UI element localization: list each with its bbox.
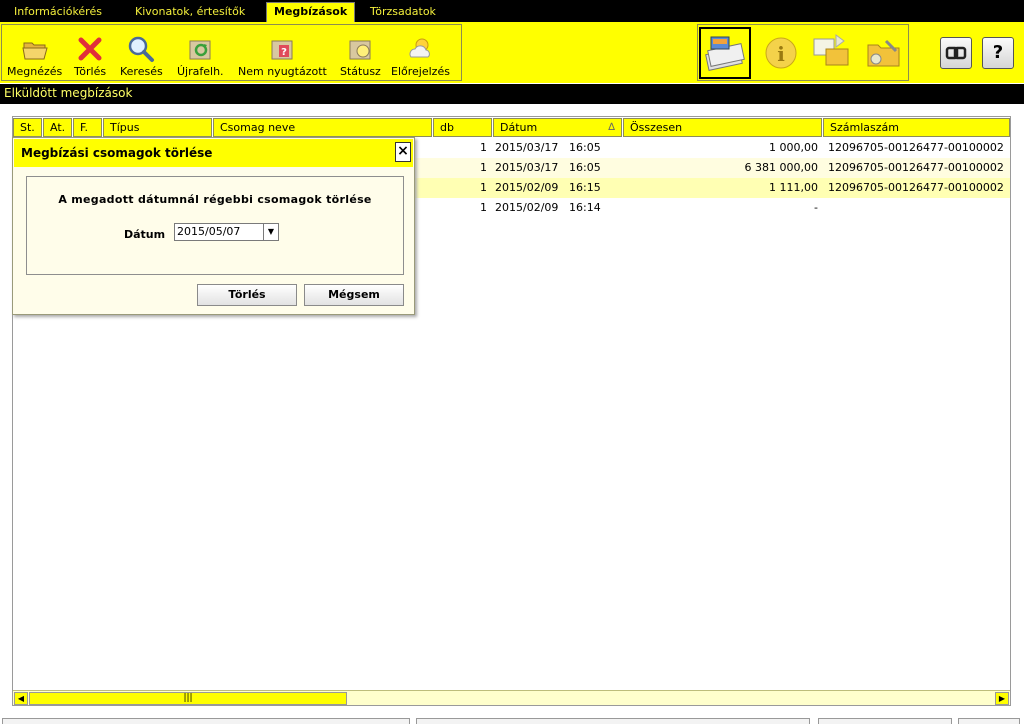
question-package-icon: ?: [271, 40, 293, 60]
dialog-panel: A megadott dátumnál régebbi csomagok tör…: [26, 176, 404, 275]
dialog-title: Megbízási csomagok törlése: [14, 139, 413, 167]
transfer-module-button[interactable]: [806, 27, 858, 79]
forecast-button-label: Előrejelzés: [391, 65, 450, 78]
open-folder-icon: [22, 42, 48, 60]
svg-text:?: ?: [282, 47, 288, 58]
page-title: Elküldött megbízások: [0, 84, 1024, 104]
search-button[interactable]: Keresés: [120, 35, 163, 78]
cell-total: 1 000,00: [769, 141, 818, 154]
cell-date: 2015/02/09: [495, 181, 559, 194]
scroll-left-icon[interactable]: ◀: [14, 692, 28, 705]
settings-module-button[interactable]: [858, 27, 910, 79]
column-header-total[interactable]: Összesen: [623, 118, 822, 137]
money-stack-icon: [705, 36, 745, 71]
cell-account: 12096705-00126477-00100002: [828, 141, 1004, 154]
search-button-label: Keresés: [120, 65, 163, 78]
menu-item-megbizasok[interactable]: Megbízások: [266, 2, 356, 22]
delete-x-icon: [78, 37, 102, 61]
cell-db: 1: [480, 181, 487, 194]
date-field-label: Dátum: [124, 228, 166, 241]
refresh-button[interactable]: Újrafelh.: [177, 35, 224, 78]
status-package-icon: [349, 40, 371, 60]
menu-item-informaciokeres[interactable]: Információkérés: [7, 3, 109, 21]
status-segment: [958, 718, 1020, 724]
cell-time: 16:05: [569, 161, 601, 174]
status-button[interactable]: Státusz: [340, 35, 381, 78]
column-header-account[interactable]: Számlaszám: [823, 118, 1010, 137]
cell-db: 1: [480, 161, 487, 174]
cell-total: -: [814, 201, 818, 214]
status-segment: [2, 718, 410, 724]
column-header-date-label: Dátum: [500, 121, 538, 134]
view-button-label: Megnézés: [7, 65, 63, 78]
top-menu-bar: Információkérés Kivonatok, értesítők Meg…: [0, 0, 1024, 22]
column-header-type[interactable]: Típus: [103, 118, 212, 137]
cell-date: 2015/03/17: [495, 141, 559, 154]
confirm-delete-button[interactable]: Törlés: [197, 284, 297, 306]
status-button-label: Státusz: [340, 65, 381, 78]
forecast-button[interactable]: Előrejelzés: [391, 35, 450, 78]
info-module-button[interactable]: i: [755, 27, 807, 79]
horizontal-scrollbar[interactable]: ◀ ||| ▶: [13, 690, 1010, 705]
column-header-date[interactable]: Dátum ∆: [493, 118, 622, 137]
menu-item-torzsadatok[interactable]: Törzsadatok: [363, 3, 443, 21]
cell-time: 16:15: [569, 181, 601, 194]
view-button[interactable]: Megnézés: [7, 35, 62, 78]
info-icon: i: [765, 37, 797, 69]
status-segment: [416, 718, 810, 724]
refresh-package-icon: [189, 40, 211, 60]
sort-ascending-icon: ∆: [608, 122, 615, 133]
chain-link-icon: [945, 46, 967, 60]
menu-item-kivonatok[interactable]: Kivonatok, értesítők: [128, 3, 252, 21]
status-bar: [0, 714, 1024, 724]
scroll-right-icon[interactable]: ▶: [995, 692, 1009, 705]
column-header-f[interactable]: F.: [73, 118, 102, 137]
cell-date: 2015/02/09: [495, 201, 559, 214]
dialog-close-button[interactable]: ×: [395, 142, 411, 162]
cell-account: 12096705-00126477-00100002: [828, 181, 1004, 194]
help-button[interactable]: ?: [982, 37, 1014, 69]
cell-db: 1: [480, 201, 487, 214]
cell-time: 16:14: [569, 201, 601, 214]
document-transfer-icon: [813, 34, 849, 66]
cell-account: 12096705-00126477-00100002: [828, 161, 1004, 174]
cancel-button[interactable]: Mégsem: [304, 284, 404, 306]
cell-date: 2015/03/17: [495, 161, 559, 174]
scrollbar-thumb[interactable]: |||: [29, 692, 347, 705]
column-header-st[interactable]: St.: [13, 118, 42, 137]
status-segment: [818, 718, 952, 724]
link-button[interactable]: [940, 37, 972, 69]
orders-module-button[interactable]: [699, 27, 751, 79]
cell-time: 16:05: [569, 141, 601, 154]
cell-total: 1 111,00: [769, 181, 818, 194]
column-header-db[interactable]: db: [433, 118, 492, 137]
weather-forecast-icon: [409, 38, 431, 58]
unconfirmed-button[interactable]: ? Nem nyugtázott: [238, 35, 327, 78]
dialog-heading: A megadott dátumnál régebbi csomagok tör…: [58, 193, 372, 206]
svg-text:i: i: [777, 42, 785, 66]
cell-total: 6 381 000,00: [744, 161, 818, 174]
cell-db: 1: [480, 141, 487, 154]
refresh-button-label: Újrafelh.: [177, 65, 224, 78]
column-header-package-name[interactable]: Csomag neve: [213, 118, 432, 137]
folder-tools-icon: [867, 39, 900, 67]
delete-button-label: Törlés: [74, 65, 107, 78]
unconfirmed-button-label: Nem nyugtázott: [238, 65, 327, 78]
chevron-down-icon[interactable]: ▼: [263, 223, 279, 241]
column-header-at[interactable]: At.: [43, 118, 72, 137]
magnifier-icon: [129, 36, 155, 62]
delete-packages-dialog: Megbízási csomagok törlése × A megadott …: [12, 137, 415, 315]
delete-button[interactable]: Törlés: [74, 35, 106, 78]
toolbar-action-group: Megnézés Törlés Keresés Újrafelh. ? Nem …: [1, 24, 462, 81]
